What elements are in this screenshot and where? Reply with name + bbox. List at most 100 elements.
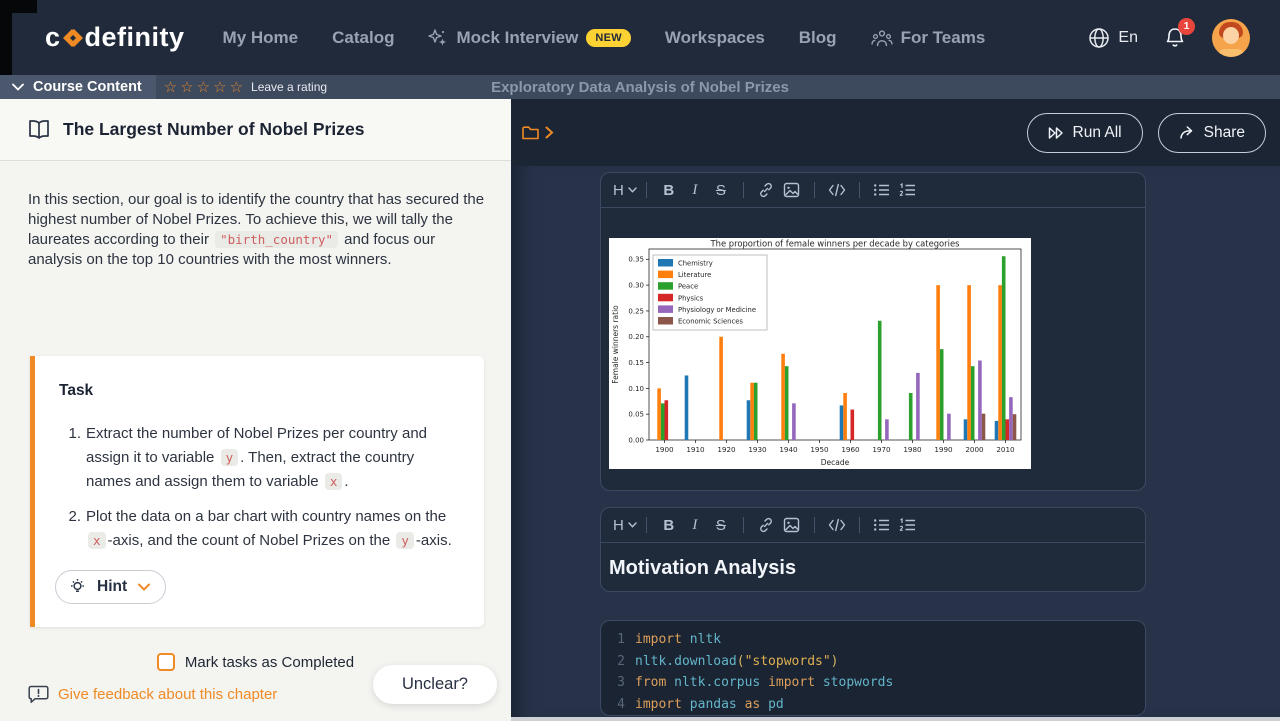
svg-text:0.30: 0.30 [628,282,644,290]
markdown-cell-heading: H B I S [600,507,1146,592]
code-button[interactable] [824,512,850,538]
navbar-right: En 1 [1088,19,1250,57]
app-root: c definity My Home Catalog Mock Intervie… [0,0,1280,721]
share-button[interactable]: Share [1158,113,1266,153]
nav-item-mock-interview[interactable]: Mock Interview NEW [428,28,630,48]
heading-format-button[interactable]: H [613,182,637,199]
strikethrough-button[interactable]: S [708,512,734,538]
nav-item-catalog[interactable]: Catalog [332,28,394,48]
page-title: The Largest Number of Nobel Prizes [63,119,364,140]
numbered-list-button[interactable] [895,512,921,538]
chevron-down-icon [628,187,637,193]
svg-text:0.20: 0.20 [628,333,644,341]
mark-completed-checkbox[interactable] [157,653,175,671]
italic-button[interactable]: I [682,177,708,203]
task-card: Task 1. Extract the number of Nobel Priz… [30,356,484,627]
markdown-heading[interactable]: Motivation Analysis [601,543,1145,580]
feedback-bubble-icon [28,685,49,704]
language-selector[interactable]: En [1088,27,1138,49]
logo-text-pre: c [45,22,61,53]
image-button[interactable] [779,512,805,538]
chart-figure: 0.000.050.100.150.200.250.300.3519001910… [609,238,1031,469]
code-icon [828,183,846,197]
code-icon [828,518,846,532]
svg-text:1920: 1920 [717,445,736,454]
star-icon[interactable]: ☆ [164,80,177,95]
nav-item-my-home[interactable]: My Home [223,28,299,48]
link-button[interactable] [753,177,779,203]
image-icon [783,182,800,198]
svg-text:0.10: 0.10 [628,385,644,393]
svg-text:1910: 1910 [686,445,705,454]
svg-text:The proportion of female winne: The proportion of female winners per dec… [710,239,960,249]
link-button[interactable] [753,512,779,538]
lightbulb-icon [69,578,86,596]
bold-button[interactable]: B [656,512,682,538]
lesson-header: The Largest Number of Nobel Prizes [0,99,511,161]
bullet-list-icon [873,183,890,197]
bullet-list-button[interactable] [869,512,895,538]
top-navbar: c definity My Home Catalog Mock Intervie… [0,0,1280,75]
link-icon [758,182,774,198]
star-icon[interactable]: ☆ [213,80,226,95]
star-icon[interactable]: ☆ [180,80,193,95]
code-button[interactable] [824,177,850,203]
chart-svg: 0.000.050.100.150.200.250.300.3519001910… [609,238,1031,469]
image-button[interactable] [779,177,805,203]
svg-text:1970: 1970 [872,445,891,454]
rating-stars[interactable]: ☆ ☆ ☆ ☆ ☆ Leave a rating [164,80,327,95]
nav-item-workspaces[interactable]: Workspaces [665,28,765,48]
code-line: 3from nltk.corpus import stopwords [611,672,1135,694]
rating-label: Leave a rating [251,80,327,94]
bullet-list-button[interactable] [869,177,895,203]
codefinity-logo[interactable]: c definity [45,22,185,53]
feedback-link[interactable]: Give feedback about this chapter [28,685,277,704]
run-all-button[interactable]: Run All [1027,113,1143,153]
notifications-button[interactable]: 1 [1164,26,1186,50]
horizontal-scrollbar[interactable] [511,717,1280,721]
svg-text:1940: 1940 [779,445,798,454]
heading-format-button[interactable]: H [613,517,637,534]
code-cell[interactable]: 1import nltk2nltk.download("stopwords")3… [600,620,1146,716]
book-icon [28,120,50,139]
svg-text:Peace: Peace [678,283,698,291]
new-badge: NEW [586,29,631,47]
code-editor[interactable]: 1import nltk2nltk.download("stopwords")3… [601,621,1145,716]
mark-completed-label: Mark tasks as Completed [185,654,354,671]
notebook-actions: Run All Share [1027,113,1267,153]
lesson-body: In this section, our goal is to identify… [0,161,511,720]
svg-text:1990: 1990 [934,445,953,454]
svg-text:1930: 1930 [748,445,767,454]
task-list: 1. Extract the number of Nobel Prizes pe… [59,422,460,553]
task-item: 2. Plot the data on a bar chart with cou… [59,505,460,553]
sparkles-icon [428,28,448,48]
file-tree-toggle[interactable] [521,124,554,141]
unclear-button[interactable]: Unclear? [373,665,497,704]
italic-button[interactable]: I [682,512,708,538]
course-content-toggle[interactable]: Course Content [0,75,156,99]
nav-item-for-teams[interactable]: For Teams [871,28,986,48]
bold-button[interactable]: B [656,177,682,203]
markdown-toolbar: H B I S [601,508,1145,543]
folder-icon [521,124,540,141]
globe-icon [1088,27,1110,49]
star-icon[interactable]: ☆ [230,80,243,95]
notification-count-badge: 1 [1178,18,1195,35]
window-corner-left [0,0,12,75]
people-icon [871,28,893,48]
svg-text:1900: 1900 [655,445,674,454]
svg-text:Physiology or Medicine: Physiology or Medicine [678,306,756,314]
strikethrough-button[interactable]: S [708,177,734,203]
language-label: En [1118,29,1138,47]
star-icon[interactable]: ☆ [197,80,210,95]
bullet-list-icon [873,518,890,532]
hint-button[interactable]: Hint [55,570,166,604]
svg-text:0.15: 0.15 [628,359,644,367]
nav-item-blog[interactable]: Blog [799,28,837,48]
numbered-list-button[interactable] [895,177,921,203]
link-icon [758,517,774,533]
user-avatar[interactable] [1212,19,1250,57]
notebook-topbar: Run All Share [511,99,1280,166]
logo-diamond-icon [62,26,84,50]
svg-text:2010: 2010 [996,445,1015,454]
